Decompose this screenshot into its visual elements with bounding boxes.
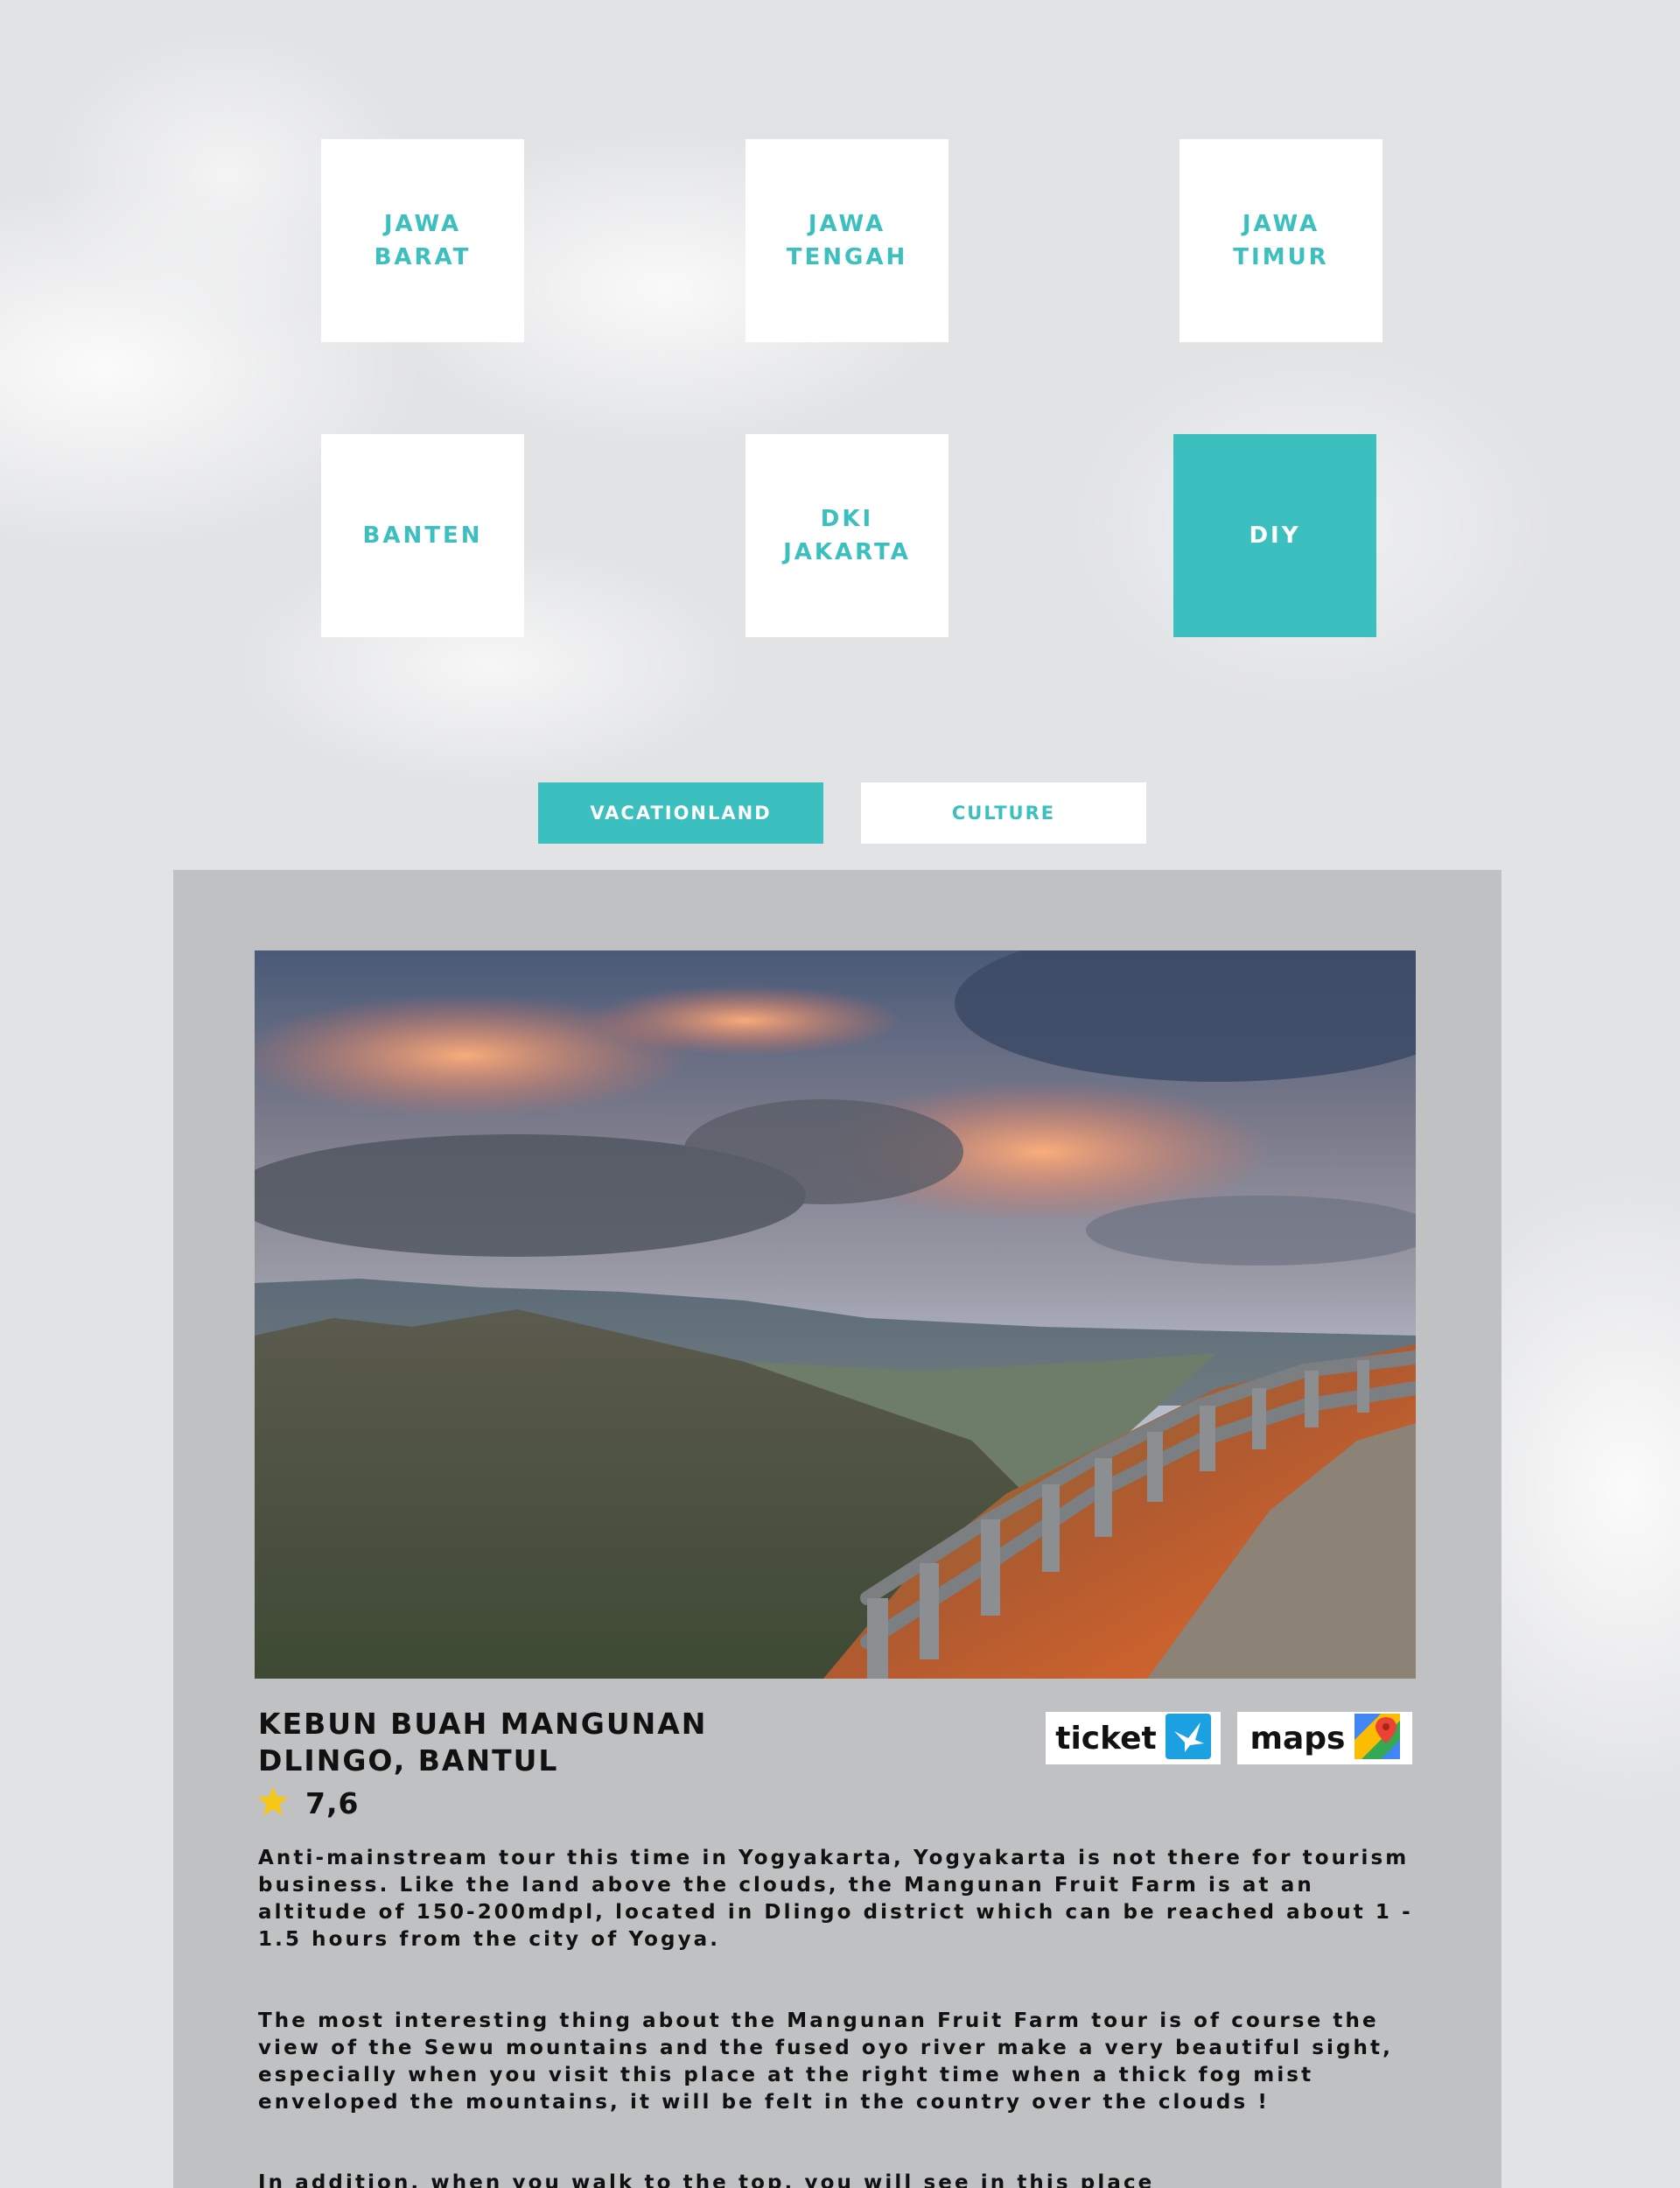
place-location: DLINGO, BANTUL bbox=[258, 1743, 559, 1778]
description-paragraph-2: The most interesting thing about the Man… bbox=[258, 2009, 1393, 2114]
rating: 7,6 bbox=[256, 1785, 359, 1820]
place-name: KEBUN BUAH MANGUNAN bbox=[258, 1707, 708, 1741]
region-tile-banten[interactable]: BANTEN bbox=[321, 434, 524, 637]
google-maps-pin-icon bbox=[1354, 1714, 1400, 1763]
region-tile-jawa-tengah[interactable]: JAWA TENGAH bbox=[746, 139, 948, 342]
destination-photo bbox=[255, 950, 1416, 1679]
star-icon bbox=[256, 1785, 290, 1820]
maps-label: maps bbox=[1250, 1720, 1346, 1757]
rating-value: 7,6 bbox=[305, 1785, 360, 1820]
place-title: KEBUN BUAH MANGUNAN DLINGO, BANTUL bbox=[258, 1706, 871, 1779]
description-paragraph-3: In addition, when you walk to the top, y… bbox=[258, 2171, 1155, 2188]
region-tile-jawa-barat[interactable]: JAWA BARAT bbox=[321, 139, 524, 342]
tab-culture[interactable]: CULTURE bbox=[861, 782, 1146, 844]
region-tile-jawa-timur[interactable]: JAWA TIMUR bbox=[1180, 139, 1382, 342]
ticket-button[interactable]: ticket bbox=[1046, 1712, 1221, 1764]
destination-panel: KEBUN BUAH MANGUNAN DLINGO, BANTUL 7,6 t… bbox=[173, 870, 1502, 2188]
region-tile-dki-jakarta[interactable]: DKI JAKARTA bbox=[746, 434, 948, 637]
maps-button[interactable]: maps bbox=[1237, 1712, 1412, 1764]
region-tile-diy[interactable]: DIY bbox=[1173, 434, 1376, 637]
tab-vacationland[interactable]: VACATIONLAND bbox=[538, 782, 823, 844]
traveloka-bird-icon bbox=[1165, 1714, 1211, 1763]
description-paragraph-1: Anti-mainstream tour this time in Yogyak… bbox=[258, 1847, 1413, 1951]
ticket-label: ticket bbox=[1055, 1720, 1157, 1757]
